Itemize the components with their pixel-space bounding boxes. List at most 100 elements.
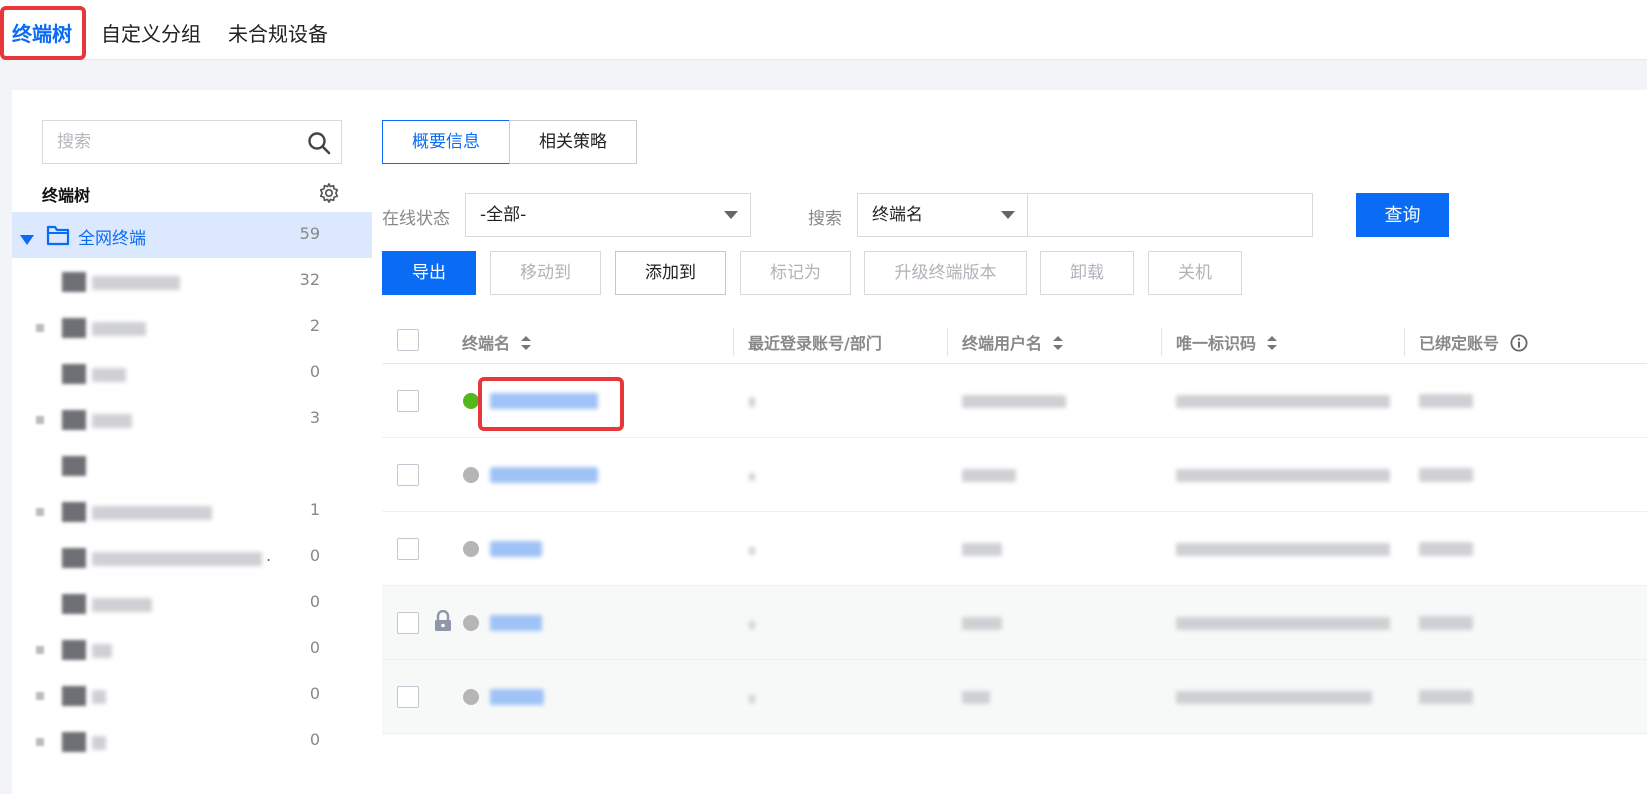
column-divider[interactable] [733,328,734,356]
tree-item-count: 1 [309,500,320,519]
main-panel: 概要信息 相关策略 在线状态 -全部- 搜索 终端名 查询 导出 移动到 添加到… [372,90,1647,794]
terminal-user-redacted [962,395,1066,408]
row-checkbox[interactable] [397,538,419,560]
folder-icon [62,318,86,338]
last-login-redacted [749,547,755,555]
tab-overview[interactable]: 概要信息 [382,120,510,164]
tree-item-count: 59 [299,224,320,243]
column-divider[interactable] [1161,328,1162,356]
tree-item-root[interactable]: 全网终端 59 [12,212,372,258]
table-row[interactable] [382,586,1647,660]
tree-item-label-redacted [92,552,262,566]
folder-icon [46,224,70,250]
tree-item-label-redacted [92,598,152,612]
tree-item-count: 0 [309,684,320,703]
terminal-name-link-redacted[interactable] [490,541,542,557]
tree-item[interactable]: 32 [12,258,372,304]
tree-item[interactable] [12,442,372,488]
online-status-label: 在线状态 [382,209,450,229]
caret-right-icon[interactable] [36,324,44,332]
add-to-button[interactable]: 添加到 [615,251,726,295]
bound-account-redacted [1419,616,1473,630]
tree-item[interactable]: 0 [12,718,372,764]
search-icon[interactable] [307,131,331,159]
online-status-icon [463,393,479,409]
table-row[interactable] [382,438,1647,512]
top-nav: 终端树 自定义分组 未合规设备 [0,0,1647,60]
unique-id-redacted [1176,469,1390,482]
folder-icon [62,548,86,568]
tab-custom-group[interactable]: 自定义分组 [101,20,201,48]
column-divider[interactable] [1404,328,1405,356]
tree-item-label-redacted [92,506,212,520]
unique-id-redacted [1176,691,1372,704]
chevron-down-icon [1001,211,1015,219]
search-field-value: 终端名 [872,205,923,225]
table-row[interactable] [382,512,1647,586]
search-field-select[interactable]: 终端名 [857,193,1028,237]
sidebar-search-input[interactable] [43,121,293,163]
uninstall-button[interactable]: 卸载 [1040,251,1134,295]
column-divider[interactable] [947,328,948,356]
caret-right-icon[interactable] [36,738,44,746]
tree-item-count: 2 [309,316,320,335]
row-checkbox[interactable] [397,390,419,412]
tree-item[interactable]: 0 [12,580,372,626]
bound-account-redacted [1419,468,1473,482]
caret-down-icon[interactable] [20,230,34,249]
folder-icon [62,502,86,522]
caret-right-icon[interactable] [36,508,44,516]
caret-right-icon[interactable] [36,692,44,700]
tree-item-label: 全网终端 [78,229,146,249]
tree-item[interactable]: . 0 [12,534,372,580]
tree-item[interactable]: 0 [12,350,372,396]
caret-right-icon[interactable] [36,416,44,424]
row-checkbox[interactable] [397,612,419,634]
sort-icon[interactable] [520,335,531,354]
terminal-name-link-redacted[interactable] [490,615,542,631]
offline-status-icon [463,615,479,631]
tree-item[interactable]: 1 [12,488,372,534]
export-button[interactable]: 导出 [382,251,476,295]
terminal-name-link-redacted[interactable] [490,689,544,705]
tab-noncompliant-devices[interactable]: 未合规设备 [228,20,328,48]
column-unique-id[interactable]: 唯一标识码 [1176,330,1277,354]
column-terminal-user[interactable]: 终端用户名 [962,330,1063,354]
tree-item[interactable]: 0 [12,626,372,672]
unique-id-redacted [1176,395,1390,408]
mark-as-button[interactable]: 标记为 [740,251,851,295]
offline-status-icon [463,689,479,705]
tree-item[interactable]: 2 [12,304,372,350]
tree-item[interactable]: 0 [12,672,372,718]
shutdown-button[interactable]: 关机 [1148,251,1242,295]
sort-icon[interactable] [1266,335,1277,354]
caret-right-icon[interactable] [36,646,44,654]
query-button[interactable]: 查询 [1356,193,1449,237]
select-all-checkbox[interactable] [397,329,419,351]
tree-item-label-redacted [92,690,106,704]
table-row[interactable] [382,660,1647,734]
last-login-redacted [749,473,755,481]
search-input[interactable] [1027,193,1313,237]
tab-related-policies[interactable]: 相关策略 [509,120,637,164]
row-checkbox[interactable] [397,464,419,486]
terminal-user-redacted [962,469,1016,482]
tree-item-count: 0 [309,546,320,565]
gear-icon[interactable] [318,182,340,208]
unique-id-redacted [1176,543,1390,556]
terminal-name-link-redacted[interactable] [490,467,598,483]
sidebar: 终端树 全网终端 59 32 2 0 3 [12,90,372,794]
move-to-button[interactable]: 移动到 [490,251,601,295]
row-checkbox[interactable] [397,686,419,708]
folder-icon [62,640,86,660]
tree-item-count: 0 [309,592,320,611]
info-icon[interactable] [1510,334,1528,356]
tree-item-label-redacted [92,276,180,290]
column-terminal-name[interactable]: 终端名 [462,330,531,354]
sort-icon[interactable] [1052,335,1063,354]
online-status-select[interactable]: -全部- [465,193,751,237]
folder-icon [62,686,86,706]
tree-item[interactable]: 3 [12,396,372,442]
tree-item-label-redacted [92,322,146,336]
upgrade-version-button[interactable]: 升级终端版本 [864,251,1027,295]
